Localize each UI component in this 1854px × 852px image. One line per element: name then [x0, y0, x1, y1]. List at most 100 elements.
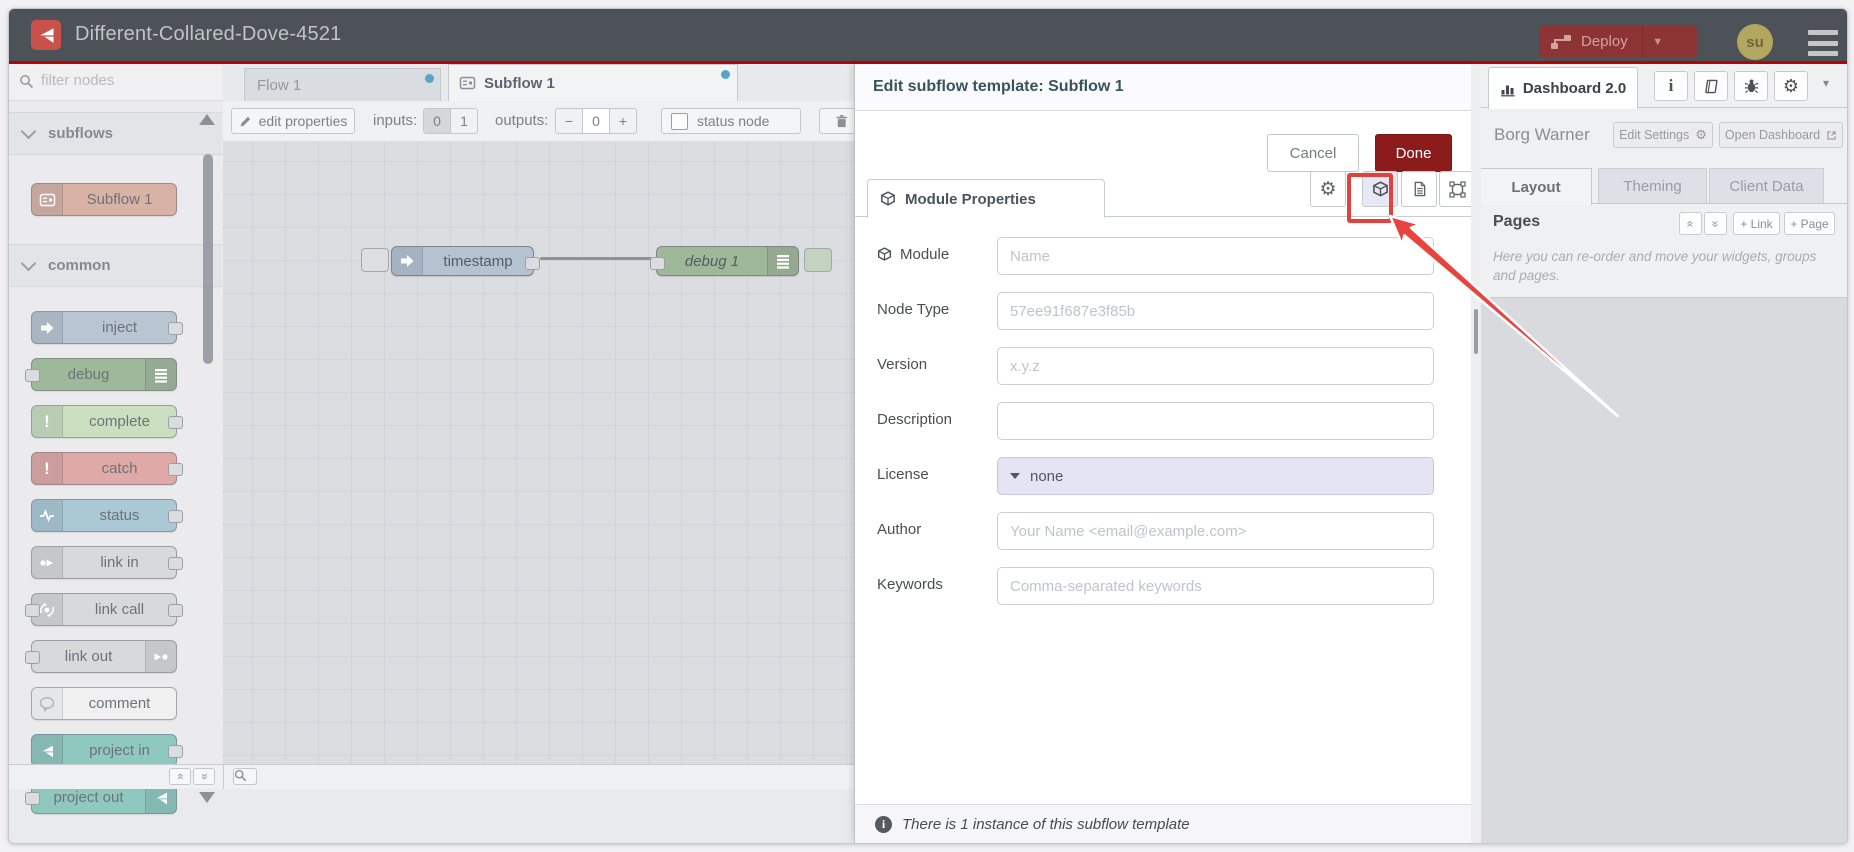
expand-all-button[interactable]: »: [1704, 212, 1727, 235]
palette-scroll-up-icon[interactable]: [199, 114, 215, 125]
palette-scrollbar[interactable]: [203, 154, 213, 364]
node-type-input[interactable]: [997, 292, 1434, 330]
dialog-title: Edit subflow template: Subflow 1: [873, 78, 1124, 95]
author-input[interactable]: [997, 512, 1434, 550]
debug-toggle-button[interactable]: [804, 248, 832, 272]
palette-search: [9, 64, 222, 101]
debug-icon: [767, 247, 798, 275]
version-input[interactable]: [997, 347, 1434, 385]
main-menu-button[interactable]: [1808, 30, 1838, 56]
dialog-header: Edit subflow template: Subflow 1: [855, 64, 1472, 111]
done-button[interactable]: Done: [1375, 134, 1452, 172]
deploy-caret-icon[interactable]: ▼: [1643, 36, 1673, 48]
palette-node-link-out[interactable]: link out: [25, 640, 177, 673]
palette-node-inject[interactable]: inject: [31, 311, 183, 344]
palette-node-catch[interactable]: ! catch: [31, 452, 183, 485]
button-label: edit properties: [258, 113, 348, 129]
canvas-node-timestamp[interactable]: timestamp: [391, 246, 540, 276]
workspace-title: Different-Collared-Dove-4521: [75, 23, 342, 45]
module-input[interactable]: [997, 237, 1434, 275]
node-label: link in: [100, 554, 139, 571]
inputs-label: inputs:: [373, 112, 418, 129]
add-link-button[interactable]: + Link: [1733, 212, 1780, 235]
bug-icon: [1744, 79, 1758, 94]
description-tab-button[interactable]: [1401, 171, 1437, 207]
pages-list-area[interactable]: [1481, 298, 1847, 843]
cancel-button[interactable]: Cancel: [1267, 134, 1359, 172]
node-label: debug 1: [684, 252, 740, 270]
avatar[interactable]: su: [1737, 24, 1773, 60]
node-label: project in: [89, 742, 150, 759]
palette-node-subflow-1[interactable]: Subflow 1: [31, 183, 177, 216]
deploy-button[interactable]: Deploy ▼: [1539, 26, 1697, 57]
license-dropdown[interactable]: none: [997, 457, 1434, 495]
palette-node-status[interactable]: status: [31, 499, 183, 532]
palette-scroll-down-icon[interactable]: [199, 792, 215, 803]
tab-dashboard-2[interactable]: Dashboard 2.0: [1488, 67, 1638, 109]
splitter-handle[interactable]: [1474, 309, 1478, 354]
palette-node-link-in[interactable]: link in: [31, 546, 183, 579]
tab-client-data[interactable]: Client Data: [1709, 168, 1824, 204]
keywords-input[interactable]: [997, 567, 1434, 605]
output-port: [168, 416, 183, 429]
inputs-option-1[interactable]: 1: [450, 109, 477, 133]
node-label: Subflow 1: [86, 191, 153, 208]
tab-flow-1[interactable]: Flow 1: [244, 68, 441, 101]
edit-settings-button[interactable]: Edit Settings ⚙: [1613, 122, 1713, 148]
palette-node-complete[interactable]: ! complete: [31, 405, 183, 438]
tab-theming[interactable]: Theming: [1598, 168, 1707, 204]
right-sidebar: Dashboard 2.0 i ⚙ ▾ Borg Warner Edit Set…: [1481, 64, 1847, 843]
flow-canvas[interactable]: timestamp debug 1: [223, 141, 854, 764]
palette-node-debug[interactable]: debug: [25, 358, 177, 391]
output-port: [168, 557, 183, 570]
tab-subflow-1[interactable]: Subflow 1: [448, 64, 738, 101]
header: Different-Collared-Dove-4521 Deploy ▼ su: [9, 9, 1847, 61]
description-input[interactable]: [997, 402, 1434, 440]
tab-layout[interactable]: Layout: [1481, 168, 1592, 205]
node-label: status: [99, 507, 140, 524]
output-port[interactable]: [525, 257, 540, 270]
info-tab-button[interactable]: i: [1654, 71, 1688, 101]
palette-node-link-call[interactable]: link call: [25, 593, 183, 626]
tab-module-properties[interactable]: Module Properties: [867, 179, 1105, 218]
input-port: [25, 651, 40, 664]
status-node-toggle[interactable]: status node: [661, 108, 801, 134]
config-tab-button[interactable]: ⚙: [1774, 71, 1808, 101]
delete-subflow-button[interactable]: [819, 108, 854, 134]
collapse-all-button[interactable]: «: [1679, 212, 1702, 235]
palette-category-common[interactable]: common: [9, 244, 222, 287]
palette-category-subflows[interactable]: subflows: [9, 112, 222, 155]
add-page-button[interactable]: + Page: [1784, 212, 1835, 235]
search-input[interactable]: [39, 71, 203, 90]
inject-trigger-button[interactable]: [361, 248, 389, 272]
debug-tab-button[interactable]: [1734, 71, 1768, 101]
outputs-stepper[interactable]: − 0 +: [555, 108, 637, 134]
palette-node-project-in[interactable]: project in: [31, 734, 183, 767]
wire[interactable]: [540, 257, 652, 260]
outputs-increase-button[interactable]: +: [609, 109, 636, 133]
node-label: timestamp: [443, 252, 513, 270]
open-dashboard-button[interactable]: Open Dashboard: [1719, 122, 1843, 148]
tab-label: Flow 1: [257, 76, 302, 94]
catch-icon: !: [32, 453, 63, 484]
edit-properties-button[interactable]: edit properties: [231, 108, 355, 134]
properties-tab-button[interactable]: ⚙: [1310, 171, 1346, 207]
node-red-logo-icon: [31, 20, 61, 50]
sidebar-more-tabs-caret[interactable]: ▾: [1823, 76, 1829, 90]
checkbox-icon[interactable]: [671, 112, 688, 130]
tab-label: Module Properties: [905, 190, 1036, 208]
outputs-decrease-button[interactable]: −: [556, 109, 582, 133]
zoom-search-button[interactable]: [233, 768, 257, 785]
selection-frame-icon: [1448, 180, 1466, 198]
inputs-option-0[interactable]: 0: [424, 109, 450, 133]
palette-node-comment[interactable]: comment: [31, 687, 177, 720]
help-tab-button[interactable]: [1694, 71, 1728, 101]
appearance-tab-button[interactable]: [1439, 171, 1475, 207]
inputs-toggle[interactable]: 0 1: [423, 108, 478, 134]
palette-expand-button[interactable]: »: [193, 768, 215, 785]
canvas-node-debug-1[interactable]: debug 1: [650, 246, 799, 276]
caret-down-icon: [1010, 473, 1020, 479]
palette-collapse-button[interactable]: «: [169, 768, 191, 785]
input-port[interactable]: [650, 257, 665, 270]
annotation-highlight-box: [1347, 173, 1393, 223]
